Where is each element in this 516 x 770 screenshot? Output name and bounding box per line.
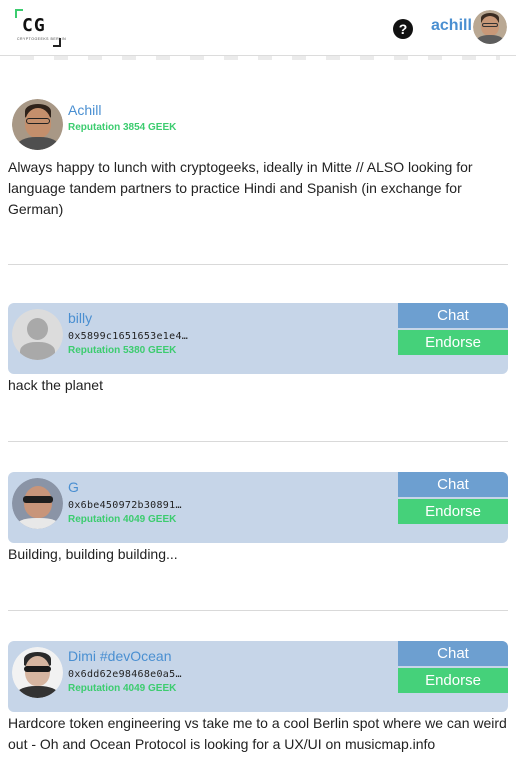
reputation-value: 4049 GEEK [123, 683, 177, 694]
profile-reputation: Reputation 3854 GEEK [68, 122, 176, 133]
help-icon[interactable]: ? [393, 19, 413, 39]
header-decorative-strip [20, 56, 500, 60]
divider [8, 264, 508, 265]
user-name[interactable]: billy [68, 310, 92, 326]
user-address: 0x6dd62e98468e0a5… [68, 669, 182, 680]
endorse-button[interactable]: Endorse [398, 330, 508, 355]
user-name[interactable]: Dimi #devOcean [68, 648, 172, 664]
logo-mark: CG [22, 15, 46, 36]
user-avatar[interactable] [12, 647, 63, 698]
user-reputation: Reputation 4049 GEEK [68, 514, 176, 525]
user-card: Dimi #devOcean 0x6dd62e98468e0a5… Reputa… [8, 641, 508, 712]
chat-button[interactable]: Chat [398, 641, 508, 666]
profile-name[interactable]: Achill [68, 102, 101, 118]
user-avatar[interactable] [12, 309, 63, 360]
user-address: 0x6be450972b30891… [68, 500, 182, 511]
user-reputation: Reputation 5380 GEEK [68, 345, 176, 356]
profile-avatar [12, 99, 63, 150]
reputation-value: 3854 GEEK [123, 122, 177, 133]
endorse-button[interactable]: Endorse [398, 668, 508, 693]
reputation-value: 5380 GEEK [123, 345, 177, 356]
endorse-button[interactable]: Endorse [398, 499, 508, 524]
user-card: G 0x6be450972b30891… Reputation 4049 GEE… [8, 472, 508, 543]
user-silhouette-icon [12, 309, 63, 360]
divider [8, 441, 508, 442]
reputation-label: Reputation [68, 514, 121, 525]
top-bar: CG CRYPTOGEEKS BERLIN ? achill [0, 0, 516, 56]
reputation-label: Reputation [68, 345, 121, 356]
user-bio: Hardcore token engineering vs take me to… [8, 715, 507, 752]
logo-subtitle: CRYPTOGEEKS BERLIN [17, 37, 67, 41]
user-bio: Building, building building... [8, 546, 178, 562]
user-bio: hack the planet [8, 377, 103, 393]
user-card: billy 0x5899c1651653e1e4… Reputation 538… [8, 303, 508, 374]
reputation-label: Reputation [68, 122, 121, 133]
user-reputation: Reputation 4049 GEEK [68, 683, 176, 694]
reputation-value: 4049 GEEK [123, 514, 177, 525]
cryptogeeks-logo[interactable]: CG CRYPTOGEEKS BERLIN [15, 9, 66, 47]
chat-button[interactable]: Chat [398, 303, 508, 328]
divider [8, 610, 508, 611]
current-user-link[interactable]: achill [431, 17, 472, 35]
profile-bio: Always happy to lunch with cryptogeeks, … [8, 159, 473, 217]
user-avatar[interactable] [12, 478, 63, 529]
user-address: 0x5899c1651653e1e4… [68, 331, 189, 342]
current-user-avatar[interactable] [473, 10, 507, 44]
chat-button[interactable]: Chat [398, 472, 508, 497]
user-name[interactable]: G [68, 479, 79, 495]
reputation-label: Reputation [68, 683, 121, 694]
